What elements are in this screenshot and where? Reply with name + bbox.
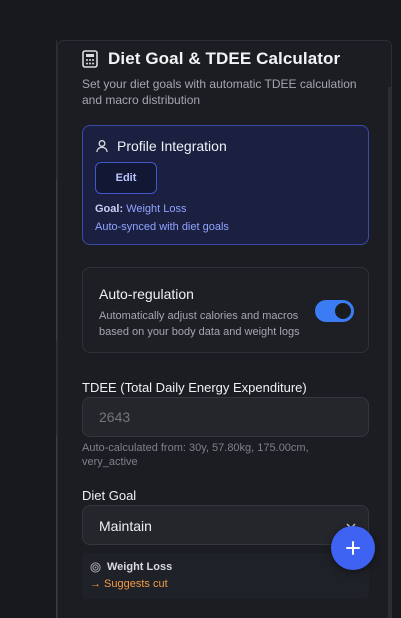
auto-regulation-description: Automatically adjust calories and macros… — [99, 310, 300, 338]
suggestion-title: Weight Loss — [107, 561, 173, 573]
suggestion-header: Weight Loss — [90, 561, 172, 573]
goal-suggestion: Weight Loss → Suggests cut — [82, 553, 369, 599]
auto-regulation-title: Auto-regulation — [99, 286, 194, 302]
suggestion-text: → Suggests cut — [90, 578, 168, 590]
user-icon — [96, 140, 108, 153]
diet-goal-selected: Maintain — [99, 518, 152, 534]
background-panel — [0, 0, 56, 618]
tdee-input[interactable] — [82, 397, 369, 437]
goal-label: Goal: — [95, 203, 124, 215]
card-header: Diet Goal & TDEE Calculator — [82, 49, 340, 69]
diet-goal-select[interactable]: Maintain — [82, 505, 369, 545]
goal-value: Weight Loss — [126, 203, 187, 215]
plus-icon — [346, 541, 360, 555]
diet-goal-label: Diet Goal — [82, 488, 137, 503]
profile-title: Profile Integration — [117, 138, 227, 154]
edit-profile-button[interactable]: Edit — [95, 162, 157, 194]
page-subtitle: Set your diet goals with automatic TDEE … — [82, 77, 357, 107]
scrollbar[interactable] — [388, 87, 391, 618]
target-icon — [90, 561, 101, 573]
profile-header: Profile Integration — [95, 138, 227, 154]
tdee-hint: Auto-calculated from: 30y, 57.80kg, 175.… — [82, 442, 309, 468]
calculator-icon — [82, 50, 98, 68]
page-title: Diet Goal & TDEE Calculator — [108, 49, 341, 68]
auto-regulation-panel: Auto-regulation Automatically adjust cal… — [82, 267, 369, 353]
profile-goal: Goal: Weight Loss — [95, 203, 187, 215]
profile-integration-panel: Profile Integration Edit Goal: Weight Lo… — [82, 125, 369, 245]
toggle-knob — [335, 303, 351, 319]
auto-regulation-toggle[interactable] — [315, 300, 354, 322]
sync-status: Auto-synced with diet goals — [95, 221, 229, 233]
tdee-label: TDEE (Total Daily Energy Expenditure) — [82, 380, 307, 395]
add-button[interactable] — [331, 526, 375, 570]
app-screen: Diet Goal & TDEE Calculator Set your die… — [0, 0, 401, 618]
